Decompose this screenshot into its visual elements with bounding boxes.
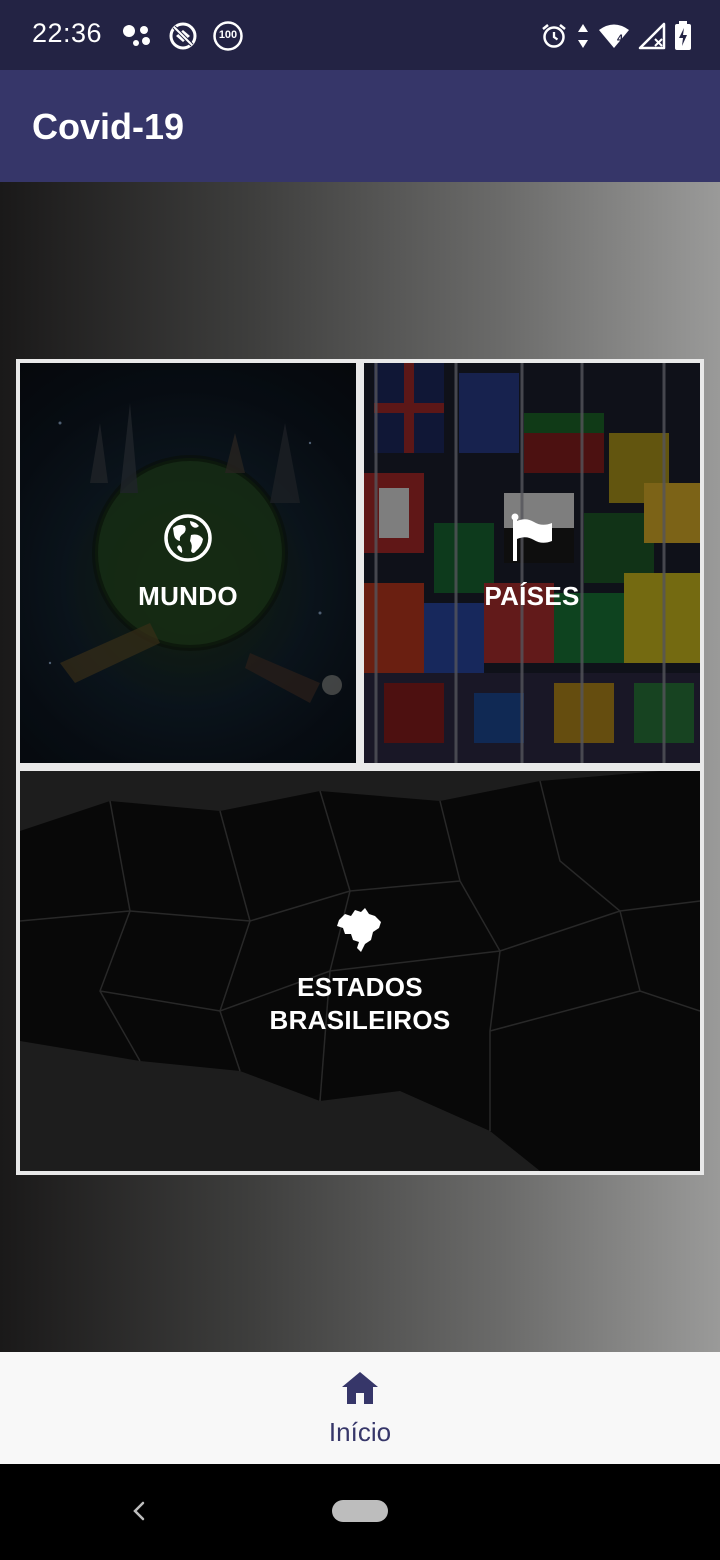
world-tile-content: MUNDO	[20, 363, 356, 763]
status-right-icons: 4	[540, 18, 692, 54]
alarm-icon	[540, 22, 568, 50]
countries-tile-content: PAÍSES	[364, 363, 700, 763]
wifi-icon: 4	[598, 22, 630, 50]
content-area: MUNDO PAÍSES ESTADOS BRASILEIROS	[0, 182, 720, 1352]
back-icon[interactable]	[124, 1496, 154, 1526]
status-left-icons: 100	[122, 18, 244, 54]
nav-item-home-label: Início	[328, 1417, 392, 1447]
nav-item-home[interactable]: Início	[300, 1352, 420, 1464]
do-not-disturb-icon	[168, 21, 198, 51]
network-label: 4	[617, 33, 624, 45]
status-bar: 22:36 100 4	[0, 0, 720, 70]
data-arrows-icon	[576, 22, 590, 50]
tile-states[interactable]: ESTADOS BRASILEIROS	[20, 771, 700, 1171]
countries-tile-label: PAÍSES	[484, 581, 580, 611]
states-tile-content: ESTADOS BRASILEIROS	[20, 771, 700, 1171]
flag-icon	[508, 513, 556, 568]
tile-countries[interactable]: PAÍSES	[364, 363, 700, 763]
app-bar: Covid-19	[0, 70, 720, 182]
brazil-map-icon	[335, 906, 385, 959]
app-title: Covid-19	[32, 106, 185, 147]
states-tile-label-line2: BRASILEIROS	[269, 1004, 451, 1035]
states-tile-label-line1: ESTADOS	[297, 971, 423, 1002]
world-tile-label: MUNDO	[138, 581, 238, 611]
globe-icon	[163, 513, 213, 568]
bottom-navigation: Início	[0, 1352, 720, 1464]
battery-saver-100-icon: 100	[212, 20, 244, 52]
home-pill[interactable]	[332, 1500, 388, 1522]
states-tile-label: ESTADOS BRASILEIROS	[270, 971, 451, 1037]
system-navigation-bar	[0, 1464, 720, 1560]
status-time: 22:36	[32, 18, 103, 48]
menu-grid: MUNDO PAÍSES ESTADOS BRASILEIROS	[16, 359, 704, 1175]
battery-charging-icon	[674, 21, 692, 51]
cell-signal-icon	[638, 22, 666, 50]
battery-saver-text: 100	[218, 29, 238, 41]
assistant-dots-icon	[122, 23, 154, 49]
tile-world[interactable]: MUNDO	[20, 363, 356, 763]
home-icon	[340, 1370, 380, 1411]
